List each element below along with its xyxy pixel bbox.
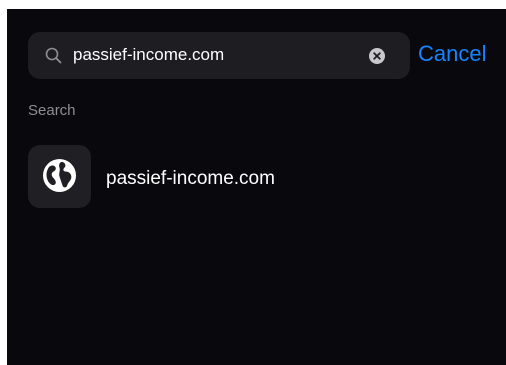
cancel-button[interactable]: Cancel <box>418 41 486 67</box>
search-icon <box>45 47 62 64</box>
search-result-item[interactable]: passief-income.com <box>28 145 488 209</box>
search-field[interactable]: passief-income.com <box>28 32 410 79</box>
search-input[interactable]: passief-income.com <box>73 45 224 65</box>
globe-icon <box>42 158 77 193</box>
clear-icon[interactable] <box>369 48 385 64</box>
section-label-search: Search <box>28 102 76 119</box>
result-icon-tile <box>28 145 91 208</box>
search-screen: passief-income.com Cancel Search passief… <box>7 9 506 365</box>
result-label: passief-income.com <box>106 168 275 189</box>
